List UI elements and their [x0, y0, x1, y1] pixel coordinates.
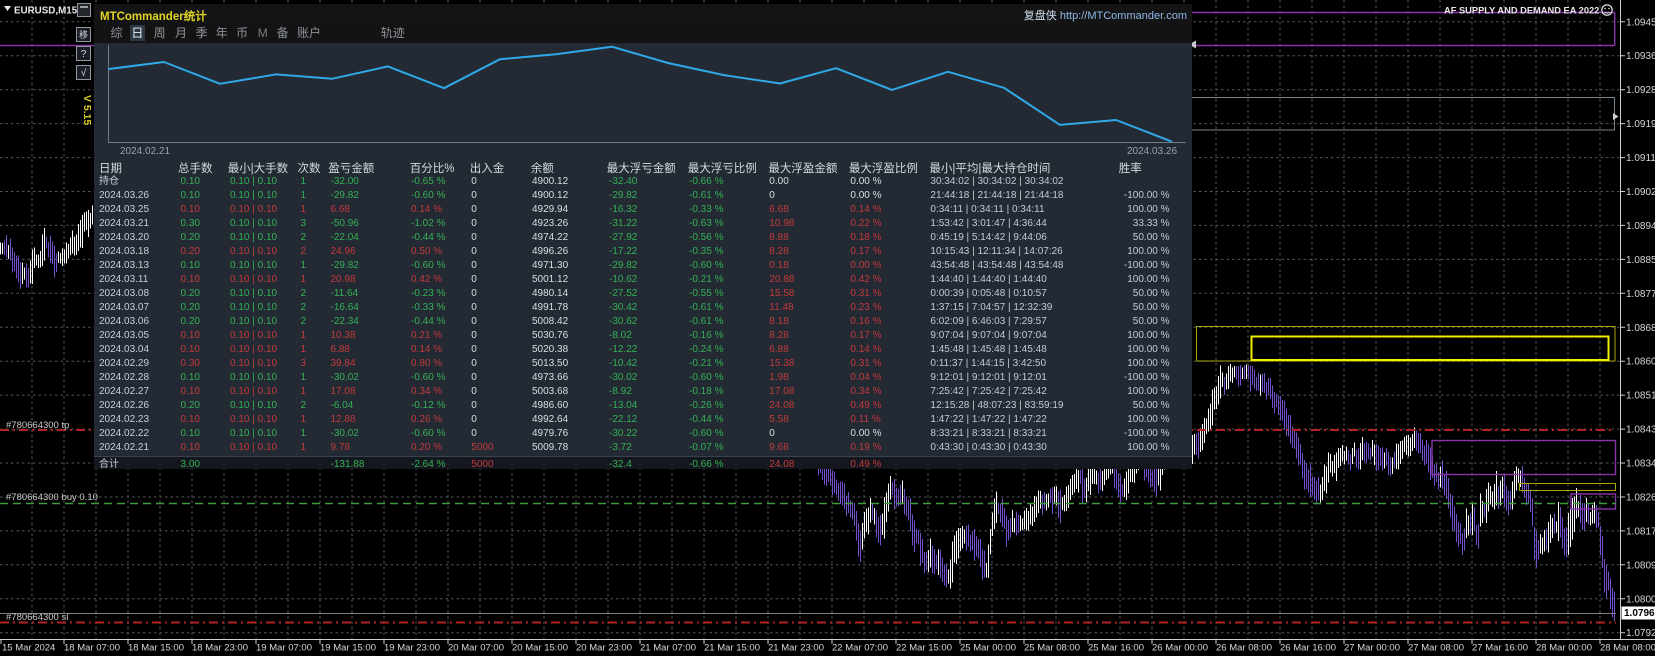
svg-text:28 Mar 00:00: 28 Mar 00:00 — [1536, 643, 1592, 654]
svg-text:1.09110: 1.09110 — [1626, 153, 1655, 164]
svg-text:#780664300 sl: #780664300 sl — [6, 612, 68, 623]
svg-text:20 Mar 23:00: 20 Mar 23:00 — [576, 643, 632, 654]
svg-text:25 Mar 16:00: 25 Mar 16:00 — [1088, 643, 1144, 654]
svg-text:AF SUPPLY AND DEMAND EA 2022: AF SUPPLY AND DEMAND EA 2022 — [1444, 6, 1599, 16]
svg-text:1.08090: 1.08090 — [1626, 560, 1655, 571]
svg-text:1.08600: 1.08600 — [1626, 357, 1655, 368]
svg-text:EURUSD,M15: EURUSD,M15 — [14, 6, 78, 17]
svg-text:27 Mar 16:00: 27 Mar 16:00 — [1472, 643, 1528, 654]
svg-text:26 Mar 00:00: 26 Mar 00:00 — [1152, 643, 1208, 654]
svg-text:移: 移 — [79, 29, 88, 40]
svg-text:#780664300 buy 0.10: #780664300 buy 0.10 — [6, 492, 98, 503]
svg-text:1.08260: 1.08260 — [1626, 493, 1655, 504]
svg-text:19 Mar 23:00: 19 Mar 23:00 — [384, 643, 440, 654]
svg-text:1.07920: 1.07920 — [1626, 628, 1655, 639]
svg-text:21 Mar 07:00: 21 Mar 07:00 — [640, 643, 696, 654]
svg-text:21 Mar 15:00: 21 Mar 15:00 — [704, 643, 760, 654]
svg-text:25 Mar 08:00: 25 Mar 08:00 — [1024, 643, 1080, 654]
svg-text:21 Mar 23:00: 21 Mar 23:00 — [768, 643, 824, 654]
svg-text:√: √ — [81, 67, 87, 79]
svg-text:1.07969: 1.07969 — [1624, 608, 1655, 619]
svg-text:26 Mar 08:00: 26 Mar 08:00 — [1216, 643, 1272, 654]
svg-text:1.08430: 1.08430 — [1626, 425, 1655, 436]
svg-text:22 Mar 07:00: 22 Mar 07:00 — [832, 643, 888, 654]
svg-text:19 Mar 15:00: 19 Mar 15:00 — [320, 643, 376, 654]
svg-text:1.08515: 1.08515 — [1626, 391, 1655, 402]
svg-text:25 Mar 00:00: 25 Mar 00:00 — [960, 643, 1016, 654]
svg-text:18 Mar 23:00: 18 Mar 23:00 — [192, 643, 248, 654]
svg-text:1.08175: 1.08175 — [1626, 526, 1655, 537]
svg-text:1.08345: 1.08345 — [1626, 459, 1655, 470]
svg-text:27 Mar 00:00: 27 Mar 00:00 — [1344, 643, 1400, 654]
svg-text:#780664300 tp: #780664300 tp — [6, 420, 69, 431]
svg-text:15 Mar 2024: 15 Mar 2024 — [2, 643, 55, 654]
svg-text:28 Mar 08:00: 28 Mar 08:00 — [1600, 643, 1655, 654]
svg-text:27 Mar 08:00: 27 Mar 08:00 — [1408, 643, 1464, 654]
svg-text:1.08685: 1.08685 — [1626, 323, 1655, 334]
svg-text:1.08005: 1.08005 — [1626, 594, 1655, 605]
svg-text:?: ? — [81, 49, 87, 60]
svg-text:20 Mar 07:00: 20 Mar 07:00 — [448, 643, 504, 654]
svg-text:18 Mar 15:00: 18 Mar 15:00 — [128, 643, 184, 654]
svg-text:1.09365: 1.09365 — [1626, 51, 1655, 62]
svg-text:22 Mar 15:00: 22 Mar 15:00 — [896, 643, 952, 654]
svg-text:1.09280: 1.09280 — [1626, 85, 1655, 96]
svg-text:1.09025: 1.09025 — [1626, 187, 1655, 198]
svg-text:1.08855: 1.08855 — [1626, 255, 1655, 266]
svg-text:V 5.15: V 5.15 — [81, 95, 93, 126]
svg-text:19 Mar 07:00: 19 Mar 07:00 — [256, 643, 312, 654]
svg-text:1.09450: 1.09450 — [1626, 17, 1655, 28]
svg-text:1.09195: 1.09195 — [1626, 119, 1655, 130]
svg-text:26 Mar 16:00: 26 Mar 16:00 — [1280, 643, 1336, 654]
svg-text:18 Mar 07:00: 18 Mar 07:00 — [64, 643, 120, 654]
svg-text:1.08770: 1.08770 — [1626, 289, 1655, 300]
svg-text:1.08940: 1.08940 — [1626, 221, 1655, 232]
svg-text:20 Mar 15:00: 20 Mar 15:00 — [512, 643, 568, 654]
